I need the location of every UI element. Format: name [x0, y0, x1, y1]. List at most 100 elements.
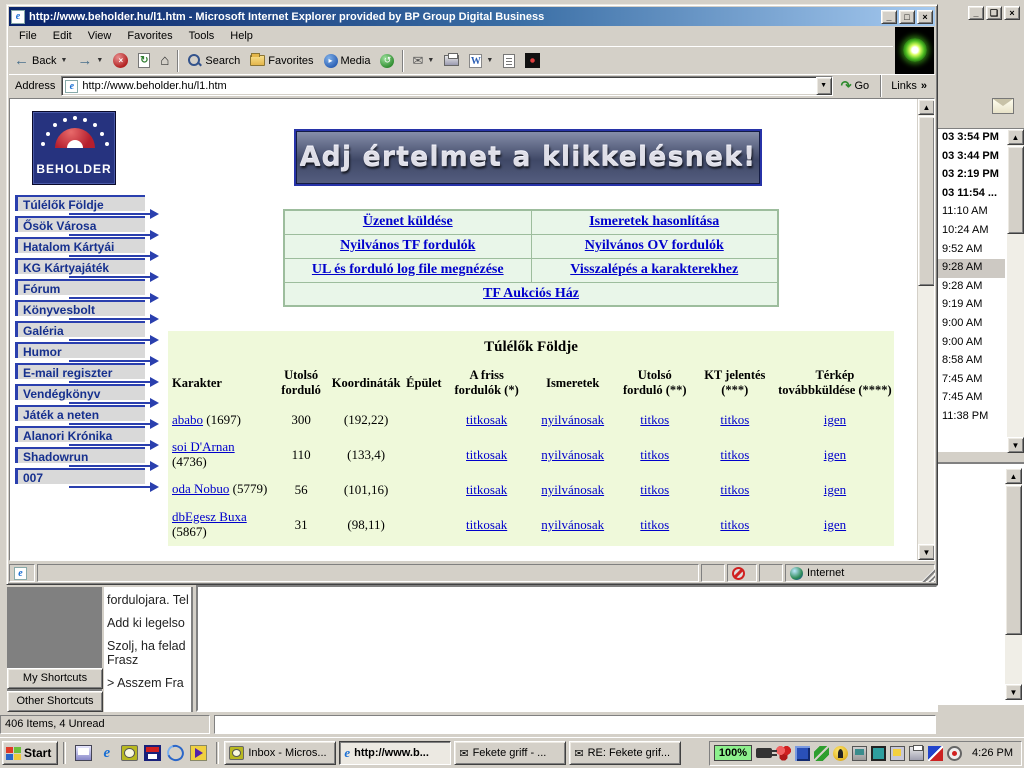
- link-tf-aukcios-haz[interactable]: TF Aukciós Ház: [483, 286, 579, 301]
- character-link[interactable]: dbEgesz Buxa: [172, 509, 247, 524]
- sync-icon[interactable]: [165, 742, 187, 764]
- last-link[interactable]: titkos: [640, 447, 669, 462]
- task-browser[interactable]: e http://www.b...: [339, 741, 451, 765]
- message-time-selected[interactable]: 9:28 AM: [938, 259, 1005, 278]
- nav-vendegkonyv[interactable]: Vendégkönyv: [15, 384, 145, 400]
- maximize-button[interactable]: □: [899, 10, 915, 24]
- menu-favorites[interactable]: Favorites: [119, 28, 180, 44]
- tray-icon[interactable]: [890, 746, 905, 761]
- task-mail-2[interactable]: ✉ RE: Fekete grif...: [569, 741, 681, 765]
- my-shortcuts-button[interactable]: My Shortcuts: [7, 668, 103, 689]
- scroll-down-icon[interactable]: ▼: [1005, 684, 1022, 700]
- nav-hatalom-kartyai[interactable]: Hatalom Kártyái: [15, 237, 145, 253]
- link-ul-log-file[interactable]: UL és forduló log file megnézése: [312, 262, 504, 277]
- links-button[interactable]: Links »: [885, 80, 933, 92]
- know-link[interactable]: nyilvánosak: [541, 447, 604, 462]
- tray-icon[interactable]: [795, 746, 810, 761]
- outlook-launch-icon[interactable]: [121, 745, 138, 761]
- menu-help[interactable]: Help: [222, 28, 261, 44]
- kt-link[interactable]: titkos: [720, 482, 749, 497]
- back-button[interactable]: ← Back ▼: [9, 51, 72, 71]
- character-link[interactable]: soi D'Arnan: [172, 439, 235, 454]
- media-button[interactable]: ▸ Media: [319, 52, 376, 70]
- last-link[interactable]: titkos: [640, 517, 669, 532]
- media-player-icon[interactable]: [190, 745, 207, 761]
- message-time[interactable]: 9:00 AM: [938, 334, 1005, 353]
- map-link[interactable]: igen: [824, 447, 846, 462]
- nav-galeria[interactable]: Galéria: [15, 321, 145, 337]
- floppy-icon[interactable]: [144, 745, 161, 761]
- edit-dropdown-icon[interactable]: ▼: [486, 57, 493, 64]
- message-time[interactable]: 10:24 AM: [938, 222, 1005, 241]
- favorites-button[interactable]: Favorites: [245, 53, 318, 69]
- bg-minimize-button[interactable]: _: [968, 6, 984, 20]
- print-button[interactable]: [439, 53, 464, 68]
- address-input[interactable]: e http://www.beholder.hu/l1.htm ▼: [61, 76, 832, 96]
- home-button[interactable]: ⌂: [155, 51, 174, 71]
- kt-link[interactable]: titkos: [720, 517, 749, 532]
- address-dropdown-icon[interactable]: ▼: [816, 77, 832, 95]
- message-time[interactable]: 11:10 AM: [938, 203, 1005, 222]
- other-shortcuts-button[interactable]: Other Shortcuts: [7, 691, 103, 712]
- menu-tools[interactable]: Tools: [181, 28, 223, 44]
- close-button[interactable]: ×: [917, 10, 933, 24]
- reading-pane-scrollbar[interactable]: ▲ ▼: [1005, 468, 1022, 700]
- tray-icon[interactable]: [833, 746, 848, 761]
- nav-email-regiszter[interactable]: E-mail regiszter: [15, 363, 145, 379]
- menu-view[interactable]: View: [80, 28, 120, 44]
- nav-tulelok-foldje[interactable]: Túlélők Földje: [15, 195, 145, 211]
- go-button[interactable]: ↷ Go: [833, 78, 878, 94]
- content-scrollbar[interactable]: ▲ ▼: [917, 99, 934, 560]
- bg-restore-button[interactable]: ❏: [986, 6, 1002, 20]
- message-list-scrollbar[interactable]: ▲ ▼: [1007, 129, 1024, 453]
- message-time[interactable]: 03 2:19 PM: [938, 166, 1005, 185]
- link-visszalepes[interactable]: Visszalépés a karakterekhez: [570, 262, 738, 277]
- minimize-button[interactable]: _: [881, 10, 897, 24]
- ie-launch-icon[interactable]: e: [98, 745, 115, 761]
- link-nyilvanos-tf-fordulok[interactable]: Nyilvános TF fordulók: [340, 238, 475, 253]
- bg-close-button[interactable]: ×: [1004, 6, 1020, 20]
- ie-titlebar[interactable]: e http://www.beholder.hu/l1.htm - Micros…: [9, 7, 935, 26]
- menu-edit[interactable]: Edit: [45, 28, 80, 44]
- know-link[interactable]: nyilvánosak: [541, 482, 604, 497]
- link-uzenet-kuldese[interactable]: Üzenet küldése: [363, 214, 453, 229]
- message-time[interactable]: 03 11:54 ...: [938, 185, 1005, 204]
- task-inbox[interactable]: Inbox - Micros...: [224, 741, 336, 765]
- banner[interactable]: Adj értelmet a klikkelésnek!: [294, 129, 762, 186]
- tray-icon[interactable]: [928, 746, 943, 761]
- nav-alanori-kronika[interactable]: Alanori Krónika: [15, 426, 145, 442]
- messenger-button[interactable]: [520, 51, 545, 70]
- scrollbar-thumb[interactable]: [918, 116, 935, 286]
- history-button[interactable]: ↺: [375, 52, 399, 70]
- tray-icon[interactable]: [871, 746, 886, 761]
- stop-button[interactable]: ×: [108, 51, 133, 70]
- fresh-link[interactable]: titkosak: [466, 482, 507, 497]
- tray-icon[interactable]: [947, 746, 962, 761]
- message-time[interactable]: 7:45 AM: [938, 371, 1005, 390]
- resize-grip[interactable]: [921, 568, 935, 582]
- edit-button[interactable]: W ▼: [464, 52, 498, 70]
- message-time[interactable]: 9:28 AM: [938, 278, 1005, 297]
- nav-humor[interactable]: Humor: [15, 342, 145, 358]
- scroll-up-icon[interactable]: ▲: [1007, 129, 1024, 145]
- nav-jatek-a-neten[interactable]: Játék a neten: [15, 405, 145, 421]
- message-time[interactable]: 11:38 PM: [938, 408, 1005, 427]
- message-time[interactable]: 9:19 AM: [938, 296, 1005, 315]
- tray-icon[interactable]: [909, 746, 924, 761]
- character-link[interactable]: ababo: [172, 412, 203, 427]
- mail-dropdown-icon[interactable]: ▼: [427, 57, 434, 64]
- scroll-up-icon[interactable]: ▲: [918, 99, 935, 115]
- nav-007[interactable]: 007: [15, 468, 145, 484]
- scrollbar-thumb[interactable]: [1007, 146, 1024, 234]
- message-time[interactable]: 8:58 AM: [938, 352, 1005, 371]
- scrollbar-thumb[interactable]: [1005, 485, 1022, 635]
- nav-shadowrun[interactable]: Shadowrun: [15, 447, 145, 463]
- scroll-down-icon[interactable]: ▼: [1007, 437, 1024, 453]
- refresh-button[interactable]: ↻: [133, 51, 155, 70]
- tray-icon[interactable]: [776, 746, 791, 761]
- nav-kg-kartyajatek[interactable]: KG Kártyajáték: [15, 258, 145, 274]
- link-nyilvanos-ov-fordulok[interactable]: Nyilvános OV fordulók: [585, 238, 724, 253]
- know-link[interactable]: nyilvánosak: [541, 412, 604, 427]
- beholder-logo[interactable]: BEHOLDER: [32, 111, 116, 185]
- nav-konyvesbolt[interactable]: Könyvesbolt: [15, 300, 145, 316]
